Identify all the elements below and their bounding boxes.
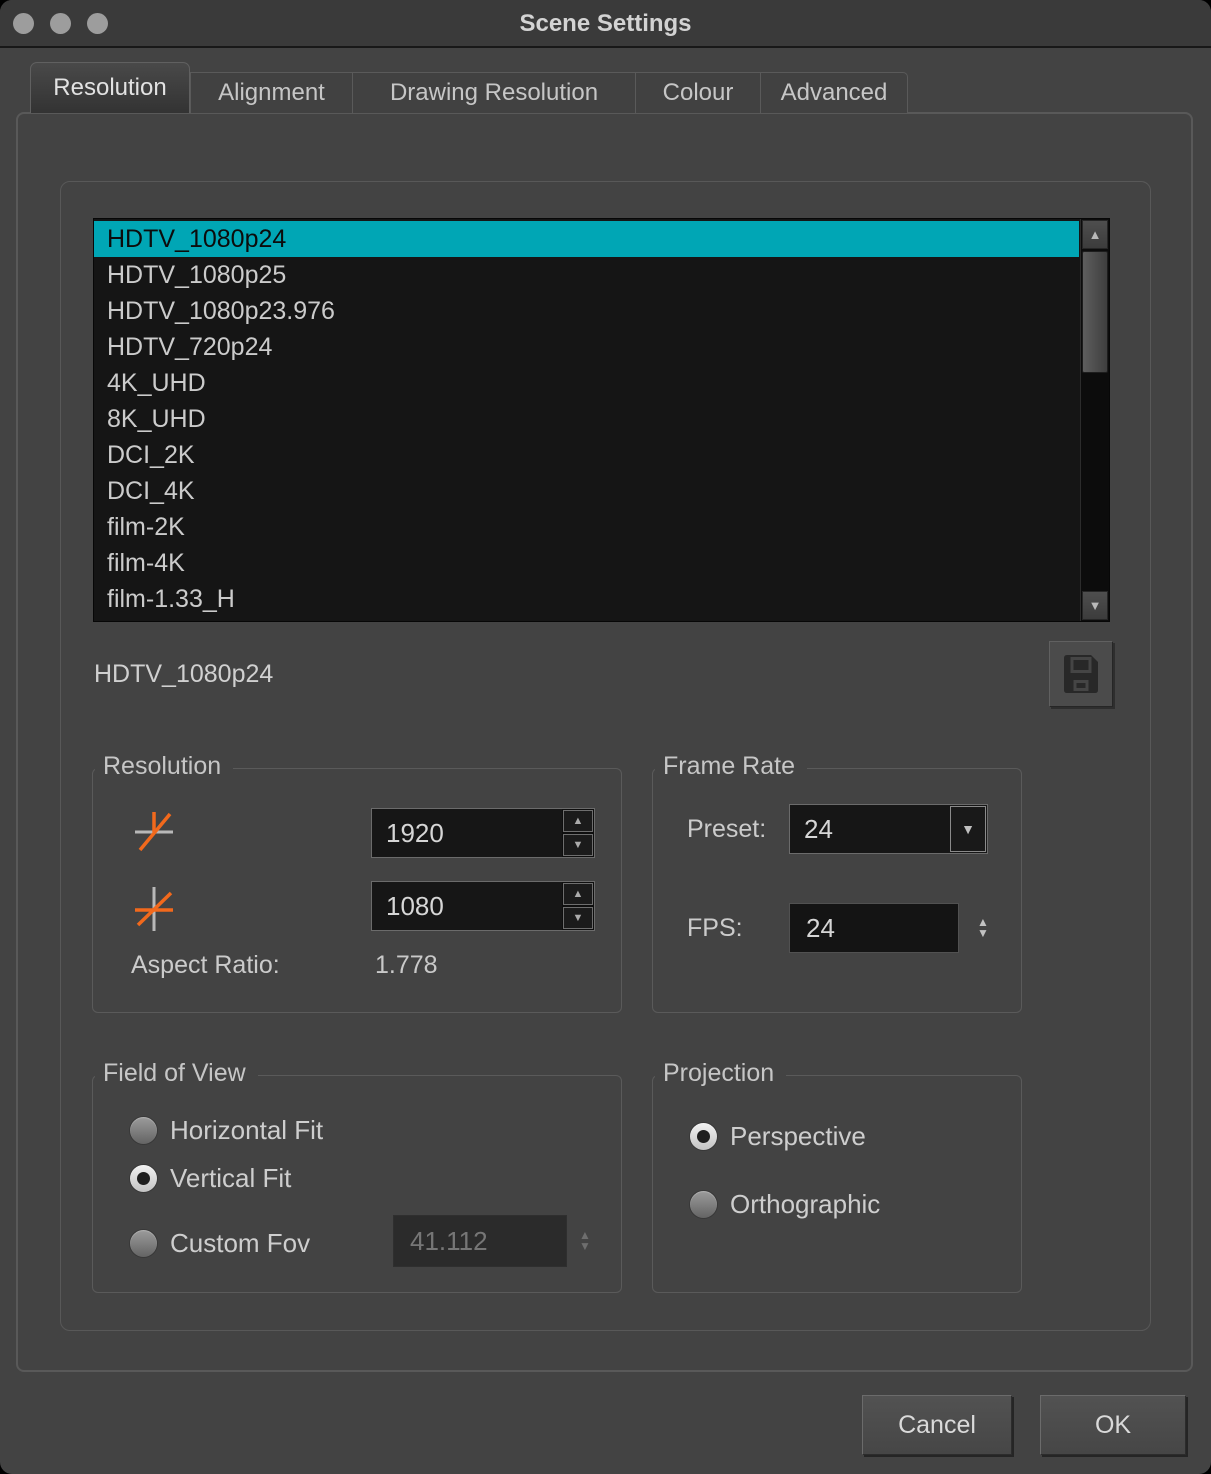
radio-orthographic[interactable] — [690, 1191, 717, 1218]
orthographic-option: Orthographic — [690, 1190, 880, 1218]
custom-fov-option: Custom Fov — [130, 1229, 310, 1257]
list-item[interactable]: DCI_2K — [94, 437, 1079, 473]
scroll-down-button[interactable]: ▼ — [1082, 591, 1108, 620]
frame-rate-preset-value: 24 — [790, 805, 949, 853]
frame-rate-group: Frame Rate Preset: 24 ▼ FPS: ▲ ▼ — [652, 768, 1022, 1013]
custom-fov-label[interactable]: Custom Fov — [170, 1228, 310, 1259]
width-input[interactable] — [372, 809, 562, 857]
vertical-fit-label[interactable]: Vertical Fit — [170, 1163, 291, 1194]
horizontal-fit-option: Horizontal Fit — [130, 1116, 323, 1144]
list-item[interactable]: HDTV_1080p25 — [94, 257, 1079, 293]
radio-horizontal-fit[interactable] — [130, 1117, 157, 1144]
tab-alignment[interactable]: Alignment — [191, 73, 352, 113]
down-arrow-icon: ▼ — [977, 929, 989, 938]
custom-fov-input — [393, 1215, 567, 1267]
window-title: Scene Settings — [0, 0, 1211, 48]
list-item[interactable]: film-1.33_H — [94, 581, 1079, 617]
save-preset-button[interactable] — [1049, 641, 1113, 707]
field-of-view-group-legend: Field of View — [95, 1059, 258, 1088]
frame-rate-preset-dropdown[interactable]: 24 ▼ — [789, 804, 988, 854]
fps-label: FPS: — [687, 903, 743, 953]
down-arrow-icon: ▼ — [579, 1242, 591, 1251]
horizontal-fit-label[interactable]: Horizontal Fit — [170, 1115, 323, 1146]
list-item[interactable]: DCI_4K — [94, 473, 1079, 509]
horizontal-resolution-icon — [133, 808, 175, 856]
frame-rate-group-legend: Frame Rate — [655, 752, 807, 781]
field-of-view-group: Field of View Horizontal Fit Vertical Fi… — [92, 1075, 622, 1293]
cancel-button[interactable]: Cancel — [862, 1395, 1012, 1455]
down-arrow-icon: ▼ — [573, 840, 584, 851]
selected-preset-label: HDTV_1080p24 — [94, 660, 273, 689]
list-item[interactable]: 4K_UHD — [94, 365, 1079, 401]
down-arrow-icon: ▼ — [961, 821, 975, 837]
list-item[interactable]: film-4K — [94, 545, 1079, 581]
height-input[interactable] — [372, 882, 562, 930]
radio-perspective[interactable] — [690, 1123, 717, 1150]
scene-settings-dialog: Scene Settings Resolution Alignment Draw… — [0, 0, 1211, 1474]
fps-stepper[interactable]: ▲ ▼ — [971, 903, 995, 953]
up-arrow-icon: ▲ — [573, 889, 584, 900]
radio-custom-fov[interactable] — [130, 1230, 157, 1257]
projection-group-legend: Projection — [655, 1059, 786, 1088]
up-arrow-icon: ▲ — [573, 816, 584, 827]
width-decrement-button[interactable]: ▼ — [563, 834, 593, 856]
tab-bar: Alignment Drawing Resolution Colour Adva… — [190, 72, 908, 113]
height-increment-button[interactable]: ▲ — [563, 883, 593, 905]
aspect-ratio-value: 1.778 — [375, 951, 438, 980]
width-increment-button[interactable]: ▲ — [563, 810, 593, 832]
tab-resolution[interactable]: Resolution — [30, 62, 190, 113]
ok-button[interactable]: OK — [1040, 1395, 1186, 1455]
list-item[interactable]: HDTV_720p24 — [94, 329, 1079, 365]
projection-group: Projection Perspective Orthographic — [652, 1075, 1022, 1293]
tab-advanced[interactable]: Advanced — [760, 73, 907, 113]
vertical-resolution-icon — [133, 885, 175, 933]
list-item[interactable]: HDTV_1080p23.976 — [94, 293, 1079, 329]
save-icon — [1064, 655, 1098, 693]
custom-fov-stepper: ▲ ▼ — [573, 1215, 597, 1267]
width-spinbox: ▲ ▼ — [371, 808, 595, 858]
list-item[interactable]: HDTV_1080p24 — [94, 221, 1079, 257]
down-arrow-icon: ▼ — [1089, 598, 1102, 613]
resolution-group-legend: Resolution — [95, 752, 233, 781]
tab-colour[interactable]: Colour — [635, 73, 760, 113]
vertical-fit-option: Vertical Fit — [130, 1164, 291, 1192]
perspective-label[interactable]: Perspective — [730, 1121, 866, 1152]
perspective-option: Perspective — [690, 1122, 866, 1150]
down-arrow-icon: ▼ — [573, 913, 584, 924]
preset-label: Preset: — [687, 804, 766, 854]
fps-input[interactable] — [789, 903, 959, 953]
height-decrement-button[interactable]: ▼ — [563, 907, 593, 929]
resolution-group: Resolution ▲ ▼ ▲ ▼ Aspect Ratio: 1.7 — [92, 768, 622, 1013]
scrollbar-thumb[interactable] — [1082, 251, 1108, 373]
dropdown-arrow-button[interactable]: ▼ — [950, 806, 986, 852]
up-arrow-icon: ▲ — [1089, 227, 1102, 242]
list-item[interactable]: 8K_UHD — [94, 401, 1079, 437]
list-scrollbar[interactable]: ▲ ▼ — [1080, 219, 1109, 621]
resolution-preset-list[interactable]: HDTV_1080p24 HDTV_1080p25 HDTV_1080p23.9… — [93, 218, 1110, 622]
tab-drawing-resolution[interactable]: Drawing Resolution — [352, 73, 635, 113]
height-spinbox: ▲ ▼ — [371, 881, 595, 931]
aspect-ratio-label: Aspect Ratio: — [131, 951, 280, 980]
scroll-up-button[interactable]: ▲ — [1082, 220, 1108, 249]
radio-vertical-fit[interactable] — [130, 1165, 157, 1192]
list-item[interactable]: film-2K — [94, 509, 1079, 545]
orthographic-label[interactable]: Orthographic — [730, 1189, 880, 1220]
title-bar: Scene Settings — [0, 0, 1211, 48]
